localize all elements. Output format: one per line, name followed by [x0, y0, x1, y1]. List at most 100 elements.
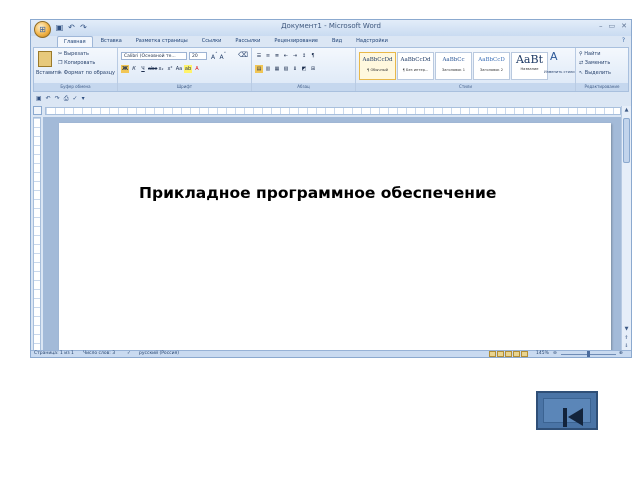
style-title[interactable]: AaBt Название [511, 52, 548, 80]
change-case-icon[interactable]: Aa [175, 65, 183, 73]
status-bar: Страница: 1 из 1 Число слов: 3 ✓ русский… [31, 350, 631, 357]
select-button[interactable]: ↖ Выделить [579, 70, 611, 76]
paste-button[interactable]: Вставить [36, 70, 60, 76]
spelling-icon[interactable]: ✓ [73, 95, 78, 102]
copy-button[interactable]: ❐ Копировать [58, 60, 95, 66]
view-buttons [489, 351, 528, 357]
increase-indent-icon[interactable]: ⇥ [291, 52, 299, 60]
word-window: ⊞ ▣ ↶ ↷ Документ1 - Microsoft Word – ▭ ✕… [30, 19, 632, 358]
scroll-thumb[interactable] [623, 118, 630, 163]
editing-group-label: Редактирование [576, 83, 628, 91]
status-page[interactable]: Страница: 1 из 1 [34, 351, 74, 357]
status-language[interactable]: русский (Россия) [139, 351, 179, 357]
undo-icon[interactable]: ↶ [46, 95, 51, 102]
scroll-down-icon[interactable]: ▼ [622, 326, 631, 334]
document-page[interactable]: Прикладное программное обеспечение [59, 123, 611, 357]
align-center-icon[interactable]: ▥ [264, 65, 272, 73]
align-left-icon[interactable]: ▤ [255, 65, 263, 73]
help-icon[interactable]: ? [622, 37, 625, 44]
zoom-level[interactable]: 145% [536, 351, 549, 357]
numbering-icon[interactable]: ≡ [264, 52, 272, 60]
grow-font-icon[interactable]: A˄ A˅ [211, 52, 226, 61]
print-preview-icon[interactable]: ⎙ [64, 95, 69, 103]
list-buttons: ☰ ≡ ≣ ⇤ ⇥ ↕ ¶ [255, 52, 317, 61]
tab-insert[interactable]: Вставка [95, 36, 128, 47]
outline-icon[interactable] [513, 351, 520, 357]
align-right-icon[interactable]: ▦ [273, 65, 281, 73]
style-no-spacing[interactable]: AaBbCcDd ¶ Без интер... [397, 52, 434, 80]
font-name-select[interactable]: Calibri (Основной те... [121, 52, 187, 60]
line-spacing-icon[interactable]: ↨ [291, 65, 299, 73]
decrease-indent-icon[interactable]: ⇤ [282, 52, 290, 60]
full-screen-icon[interactable] [497, 351, 504, 357]
font-color-icon[interactable]: A [193, 65, 201, 73]
title-bar: ⊞ ▣ ↶ ↷ Документ1 - Microsoft Word – ▭ ✕ [31, 20, 631, 38]
font-size-select[interactable]: 20 [189, 52, 207, 60]
bold-icon[interactable]: Ж [121, 65, 129, 73]
prev-page-icon[interactable]: ⇑ [622, 335, 631, 343]
change-styles-button[interactable]: Изменить стили [544, 70, 575, 74]
subscript-icon[interactable]: x₂ [157, 65, 165, 73]
multilevel-list-icon[interactable]: ≣ [273, 52, 281, 60]
zoom-slider-knob[interactable] [587, 351, 590, 357]
style-heading-2[interactable]: AaBbCcD Заголовок 2 [473, 52, 510, 80]
replace-button[interactable]: ⇄ Заменить [579, 60, 610, 66]
find-button[interactable]: ⚲ Найти [579, 51, 601, 57]
vertical-scrollbar[interactable]: ▲ ▼ ⇑ ⇓ [621, 106, 631, 352]
document-text[interactable]: Прикладное программное обеспечение [139, 184, 496, 202]
first-slide-button[interactable] [536, 391, 598, 430]
tab-page-layout[interactable]: Разметка страницы [130, 36, 194, 47]
change-styles-icon[interactable]: A [550, 50, 558, 63]
shading-icon[interactable]: ◩ [300, 65, 308, 73]
status-words[interactable]: Число слов: 3 [83, 351, 115, 357]
paste-icon[interactable] [38, 51, 52, 67]
web-layout-icon[interactable] [505, 351, 512, 357]
first-slide-button-face [543, 398, 591, 427]
customize-icon[interactable]: ▾ [82, 95, 85, 102]
window-title: Документ1 - Microsoft Word [281, 22, 381, 30]
italic-icon[interactable]: К [130, 65, 138, 73]
tab-references[interactable]: Ссылки [196, 36, 228, 47]
close-button[interactable]: ✕ [621, 22, 627, 30]
zoom-in-icon[interactable]: ⊕ [619, 351, 623, 357]
tab-review[interactable]: Рецензирование [268, 36, 324, 47]
scroll-up-icon[interactable]: ▲ [622, 107, 631, 115]
redo-icon[interactable]: ↷ [55, 95, 60, 102]
sort-icon[interactable]: ↕ [300, 52, 308, 60]
spellcheck-icon[interactable]: ✓ [127, 351, 131, 357]
tab-view[interactable]: Вид [326, 36, 348, 47]
vertical-ruler[interactable] [33, 117, 41, 352]
tab-mailings[interactable]: Рассылки [229, 36, 266, 47]
print-layout-icon[interactable] [489, 351, 496, 357]
cut-button[interactable]: ✂ Вырезать [58, 51, 89, 57]
group-clipboard: Вставить ✂ Вырезать ❐ Копировать ✎ Форма… [34, 48, 118, 91]
horizontal-ruler[interactable] [45, 107, 621, 115]
clipboard-group-label: Буфер обмена [34, 83, 117, 91]
font-format-buttons: Ж К Ч abe x₂ x² Aa ab A [121, 65, 201, 74]
bullets-icon[interactable]: ☰ [255, 52, 263, 60]
document-area: Прикладное программное обеспечение [43, 117, 621, 357]
group-styles: AaBbCcDd ¶ Обычный AaBbCcDd ¶ Без интер.… [356, 48, 576, 91]
tab-addins[interactable]: Надстройки [350, 36, 394, 47]
group-font: Calibri (Основной те... 20 A˄ A˅ ⌫ Ж К Ч… [118, 48, 252, 91]
zoom-out-icon[interactable]: ⊖ [553, 351, 557, 357]
justify-icon[interactable]: ▧ [282, 65, 290, 73]
font-group-label: Шрифт [118, 83, 251, 91]
highlight-icon[interactable]: ab [184, 65, 192, 73]
minimize-button[interactable]: – [599, 22, 603, 30]
superscript-icon[interactable]: x² [166, 65, 174, 73]
pilcrow-icon[interactable]: ¶ [309, 52, 317, 60]
style-normal[interactable]: AaBbCcDd ¶ Обычный [359, 52, 396, 80]
borders-icon[interactable]: ⊞ [309, 65, 317, 73]
tab-selector-button[interactable] [33, 106, 42, 115]
clear-format-icon[interactable]: ⌫ [238, 51, 248, 59]
maximize-button[interactable]: ▭ [609, 22, 616, 30]
draft-icon[interactable] [521, 351, 528, 357]
style-heading-1[interactable]: AaBbCc Заголовок 1 [435, 52, 472, 80]
group-editing: ⚲ Найти ⇄ Заменить ↖ Выделить Редактиров… [576, 48, 628, 91]
format-painter-button[interactable]: ✎ Формат по образцу [58, 70, 115, 76]
strikethrough-icon[interactable]: abe [148, 65, 157, 73]
underline-icon[interactable]: Ч [139, 65, 147, 73]
ribbon: Вставить ✂ Вырезать ❐ Копировать ✎ Форма… [33, 47, 629, 92]
save-icon[interactable]: ▣ [36, 95, 42, 102]
